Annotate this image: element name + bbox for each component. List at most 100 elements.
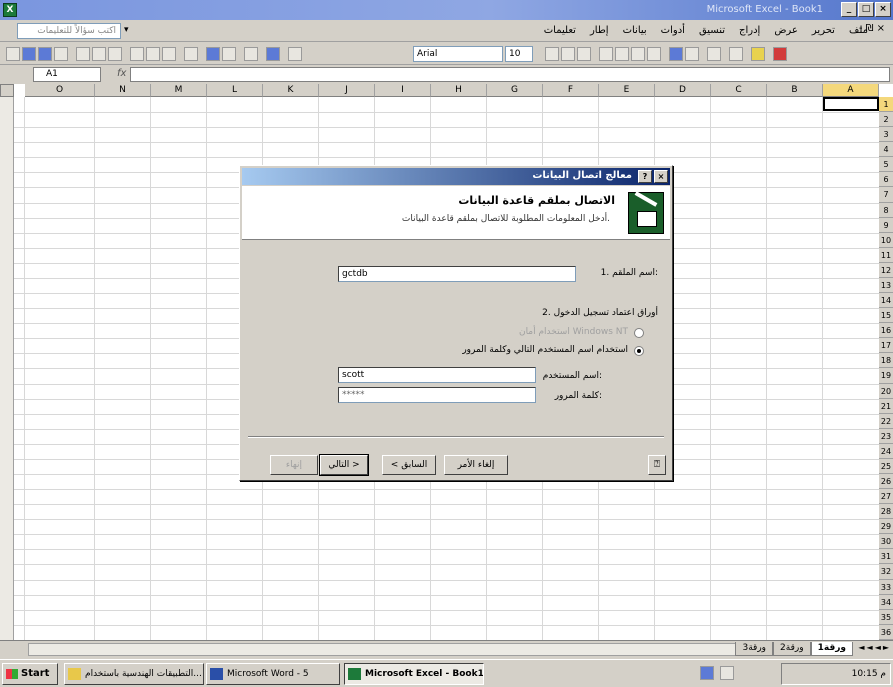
align-center-icon[interactable] [615,47,629,61]
row-header-26[interactable]: 26 [879,474,893,490]
row-header-10[interactable]: 10 [879,232,893,248]
document-window-controls[interactable]: - ₪ × [859,23,885,34]
row-header-22[interactable]: 22 [879,413,893,429]
select-all-corner[interactable] [0,84,14,97]
password-input[interactable]: ***** [338,387,536,403]
windows-auth-radio[interactable] [634,328,644,338]
fill-color-icon[interactable] [751,47,765,61]
column-header-o[interactable]: O [25,84,95,97]
menu-format[interactable]: تنسيق [699,25,725,36]
minimize-button[interactable]: _ [841,2,857,17]
new-icon[interactable] [6,47,20,61]
row-header-18[interactable]: 18 [879,353,893,369]
cut-icon[interactable] [130,47,144,61]
maximize-button[interactable]: □ [858,2,874,17]
column-header-e[interactable]: E [599,84,655,97]
row-header-16[interactable]: 16 [879,323,893,339]
name-box[interactable]: A1 [33,67,101,82]
row-header-33[interactable]: 33 [879,579,893,595]
sheet-tab-3[interactable]: ورقة3 [735,642,774,656]
username-input[interactable]: scott [338,367,536,383]
sort-icon[interactable] [244,47,258,61]
network-icon[interactable] [720,666,734,680]
ask-question-input[interactable]: اكتب سؤالاً للتعليمات [17,23,121,39]
print-icon[interactable] [76,47,90,61]
menu-view[interactable]: عرض [774,25,798,36]
column-header-h[interactable]: H [431,84,487,97]
rtl-icon[interactable] [669,47,683,61]
row-header-32[interactable]: 32 [879,564,893,580]
row-header-35[interactable]: 35 [879,609,893,625]
chevron-down-icon[interactable]: ▾ [124,25,129,35]
close-button[interactable]: × [875,2,891,17]
row-header-30[interactable]: 30 [879,534,893,550]
row-header-8[interactable]: 8 [879,202,893,218]
column-header-j[interactable]: J [319,84,375,97]
menu-edit[interactable]: تحرير [812,25,835,36]
row-header-2[interactable]: 2 [879,112,893,128]
bold-icon[interactable] [545,47,559,61]
taskbar-item-excel[interactable]: Microsoft Excel - Book1 [344,663,484,685]
underline-icon[interactable] [577,47,591,61]
start-button[interactable]: Start [2,663,58,685]
row-header-6[interactable]: 6 [879,172,893,188]
horizontal-scrollbar[interactable] [28,643,738,656]
tab-navigation-arrows[interactable]: ◄◄◄► [858,643,891,652]
row-header-11[interactable]: 11 [879,247,893,263]
align-left-icon[interactable] [599,47,613,61]
italic-icon[interactable] [561,47,575,61]
language-icon[interactable] [700,666,714,680]
permission-icon[interactable] [54,47,68,61]
row-header-31[interactable]: 31 [879,549,893,565]
menu-window[interactable]: إطار [590,25,609,36]
row-header-19[interactable]: 19 [879,368,893,384]
help-button-icon[interactable]: ⍰ [648,455,666,475]
row-header-5[interactable]: 5 [879,157,893,173]
row-header-1[interactable]: 1 [879,97,893,113]
finish-button[interactable]: إنهاء [270,455,318,475]
row-header-36[interactable]: 36 [879,624,893,640]
row-header-12[interactable]: 12 [879,262,893,278]
column-header-a[interactable]: A [823,84,879,97]
next-button[interactable]: التالي > [319,454,369,476]
row-header-17[interactable]: 17 [879,338,893,354]
save-icon[interactable] [38,47,52,61]
undo-icon[interactable] [184,47,198,61]
row-header-15[interactable]: 15 [879,308,893,324]
vertical-scrollbar[interactable] [0,97,14,640]
row-header-21[interactable]: 21 [879,398,893,414]
row-header-29[interactable]: 29 [879,519,893,535]
hyperlink-icon[interactable] [206,47,220,61]
server-name-input[interactable]: gctdb [338,266,576,282]
print-preview-icon[interactable] [92,47,106,61]
menu-tools[interactable]: أدوات [661,25,685,36]
font-color-icon[interactable] [773,47,787,61]
indent-icon[interactable] [707,47,721,61]
borders-icon[interactable] [729,47,743,61]
help-icon[interactable]: ? [638,170,652,183]
menu-data[interactable]: بيانات [623,25,647,36]
column-header-f[interactable]: F [543,84,599,97]
row-header-34[interactable]: 34 [879,594,893,610]
row-header-20[interactable]: 20 [879,383,893,399]
row-header-13[interactable]: 13 [879,277,893,294]
zoom-icon[interactable] [288,47,302,61]
menu-help[interactable]: تعليمات [544,25,576,36]
copy-icon[interactable] [146,47,160,61]
row-header-9[interactable]: 9 [879,217,893,233]
row-header-23[interactable]: 23 [879,428,893,444]
sql-auth-radio[interactable] [634,346,644,356]
column-header-g[interactable]: G [487,84,543,97]
active-cell[interactable] [823,97,879,111]
merge-center-icon[interactable] [647,47,661,61]
row-header-4[interactable]: 4 [879,142,893,158]
align-right-icon[interactable] [631,47,645,61]
fx-icon[interactable]: fx [117,68,126,79]
column-header-i[interactable]: I [375,84,431,97]
row-header-14[interactable]: 14 [879,293,893,309]
open-icon[interactable] [22,47,36,61]
menu-insert[interactable]: إدراج [739,25,760,36]
row-header-3[interactable]: 3 [879,127,893,143]
row-header-28[interactable]: 28 [879,504,893,520]
sheet-tab-2[interactable]: ورقة2 [773,642,811,656]
